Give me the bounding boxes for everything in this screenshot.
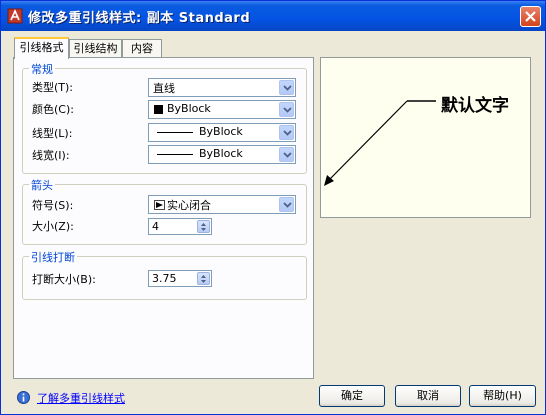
preview-text: 默认文字: [441, 96, 509, 116]
lineweight-dropdown-button[interactable]: [279, 147, 294, 162]
closed-filled-arrow-icon: [154, 200, 165, 210]
color-swatch: [154, 105, 163, 114]
chevron-down-icon: [283, 202, 292, 208]
color-dropdown-button[interactable]: [279, 102, 294, 117]
linetype-sample-line: [157, 132, 193, 133]
dialog-window: 修改多重引线样式: 副本 Standard 引线格式 引线结构 内容 常规 类型…: [0, 0, 546, 415]
break-size-spinner[interactable]: 3.75: [148, 270, 212, 287]
leader-line-graphic: [324, 100, 436, 186]
color-dropdown[interactable]: ByBlock: [148, 100, 296, 119]
color-label: 颜色(C):: [32, 103, 74, 116]
tab-content[interactable]: 内容: [122, 39, 162, 59]
lineweight-label: 线宽(I):: [32, 149, 70, 162]
ok-button[interactable]: 确定: [319, 385, 385, 407]
symbol-label: 符号(S):: [32, 199, 74, 212]
symbol-value: 实心闭合: [167, 199, 211, 212]
chevron-down-icon: [283, 152, 292, 158]
lineweight-value: ByBlock: [199, 147, 243, 160]
tab-leader-format[interactable]: 引线格式: [14, 37, 69, 59]
close-button[interactable]: [520, 6, 541, 27]
close-icon: [525, 11, 536, 22]
linetype-dropdown[interactable]: ByBlock: [148, 123, 296, 142]
chevron-down-icon: [283, 85, 292, 91]
general-group-title: 常规: [29, 61, 55, 77]
arrowhead-group-title: 箭头: [29, 177, 55, 193]
size-label: 大小(Z):: [32, 220, 74, 233]
symbol-dropdown-button[interactable]: [279, 197, 294, 212]
linetype-label: 线型(L):: [32, 127, 73, 140]
symbol-dropdown[interactable]: 实心闭合: [148, 195, 296, 214]
type-dropdown[interactable]: 直线: [148, 78, 296, 97]
tab-panel: 常规 类型(T): 直线 颜色(C): ByBlock 线型(L): ByBlo…: [13, 57, 314, 379]
spinner-arrows-icon: [201, 223, 206, 231]
help-button[interactable]: 帮助(H): [469, 385, 536, 407]
size-spinner[interactable]: 4: [148, 218, 212, 235]
cancel-button[interactable]: 取消: [395, 385, 461, 407]
linetype-value: ByBlock: [199, 125, 243, 138]
break-size-label: 打断大小(B):: [32, 273, 96, 286]
break-size-value: 3.75: [152, 272, 177, 285]
color-value: ByBlock: [167, 102, 211, 115]
type-dropdown-button[interactable]: [279, 80, 294, 95]
spinner-arrows-icon: [201, 275, 206, 283]
arrowhead-group: 箭头: [22, 177, 307, 245]
break-size-spinner-buttons[interactable]: [197, 272, 210, 285]
type-value: 直线: [153, 82, 175, 95]
chevron-down-icon: [283, 107, 292, 113]
chevron-down-icon: [283, 130, 292, 136]
leader-preview: 默认文字: [320, 57, 531, 218]
size-spinner-buttons[interactable]: [197, 220, 210, 233]
window-title: 修改多重引线样式: 副本 Standard: [28, 11, 251, 26]
type-label: 类型(T):: [32, 81, 74, 94]
lineweight-sample-line: [157, 154, 193, 155]
tab-leader-structure[interactable]: 引线结构: [69, 39, 122, 59]
learn-multileader-styles-link[interactable]: 了解多重引线样式: [37, 390, 125, 406]
info-icon: [17, 391, 30, 404]
lineweight-dropdown[interactable]: ByBlock: [148, 145, 296, 164]
title-bar[interactable]: 修改多重引线样式: 副本 Standard: [1, 1, 545, 31]
autocad-app-icon: [7, 8, 23, 24]
linetype-dropdown-button[interactable]: [279, 125, 294, 140]
leader-break-group-title: 引线打断: [29, 249, 77, 265]
size-value: 4: [152, 220, 159, 233]
